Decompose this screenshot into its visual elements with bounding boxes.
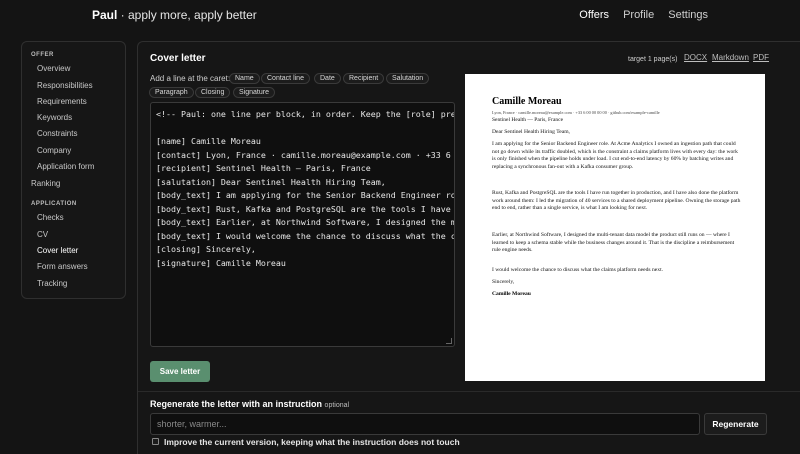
preview-contact-line: Lyon, France · camille.moreau@example.co… xyxy=(492,110,660,115)
nav-settings[interactable]: Settings xyxy=(668,9,708,21)
preview-signature: Camille Moreau xyxy=(492,291,531,297)
preview-name: Camille Moreau xyxy=(492,96,562,107)
insert-name-chip[interactable]: Name xyxy=(229,73,260,84)
sidebar-item-form-answers[interactable]: Form answers xyxy=(37,262,88,271)
top-bar: Paul · apply more, apply better Offers P… xyxy=(0,0,800,32)
sidebar-item-overview[interactable]: Overview xyxy=(37,64,70,73)
nav-profile[interactable]: Profile xyxy=(623,9,654,21)
cover-letter-panel: Cover letter target 1 page(s) DOCX Markd… xyxy=(137,41,800,454)
sidebar-item-requirements[interactable]: Requirements xyxy=(37,97,87,106)
insert-signature-chip[interactable]: Signature xyxy=(233,87,275,98)
nav-offers[interactable]: Offers xyxy=(579,9,609,21)
sidebar-item-ranking[interactable]: Ranking xyxy=(31,179,60,188)
save-letter-button[interactable]: Save letter xyxy=(150,361,210,382)
sidebar-item-checks[interactable]: Checks xyxy=(37,213,64,222)
sidebar-item-cv[interactable]: CV xyxy=(37,230,48,239)
preview-closing: Sincerely, xyxy=(492,279,515,285)
panel-title: Cover letter xyxy=(150,53,206,64)
brand-tagline: · apply more, apply better xyxy=(117,8,257,22)
improve-current-label: Improve the current version, keeping wha… xyxy=(164,437,460,447)
preview-paragraph-2: Rust, Kafka and PostgreSQL are the tools… xyxy=(492,190,741,211)
sidebar-section-offer: OFFER xyxy=(31,52,54,58)
export-docx-link[interactable]: DOCX xyxy=(684,53,707,62)
letter-preview: Camille Moreau Lyon, France · camille.mo… xyxy=(465,74,765,381)
sidebar: OFFER Overview Responsibilities Requirem… xyxy=(21,41,126,299)
sidebar-item-company[interactable]: Company xyxy=(37,146,71,155)
insert-closing-chip[interactable]: Closing xyxy=(195,87,231,98)
sidebar-item-cover-letter[interactable]: Cover letter xyxy=(37,246,78,255)
letter-source-editor[interactable]: <!-- Paul: one line per block, in order.… xyxy=(150,102,455,347)
insert-date-chip[interactable]: Date xyxy=(314,73,341,84)
export-pdf-link[interactable]: PDF xyxy=(753,53,769,62)
caret-insert-label: Add a line at the caret: xyxy=(150,74,231,83)
brand-name: Paul xyxy=(92,8,118,22)
sidebar-item-responsibilities[interactable]: Responsibilities xyxy=(37,81,93,90)
export-markdown-link[interactable]: Markdown xyxy=(712,53,749,62)
regenerate-button[interactable]: Regenerate xyxy=(704,413,767,435)
optional-label: optional xyxy=(324,402,350,409)
page-target: target 1 page(s) xyxy=(628,56,678,63)
insert-salutation-chip[interactable]: Salutation xyxy=(386,73,430,84)
regenerate-title-text: Regenerate the letter with an instructio… xyxy=(150,399,323,409)
letter-source-text[interactable]: <!-- Paul: one line per block, in order.… xyxy=(156,108,454,270)
improve-current-checkbox[interactable] xyxy=(152,438,159,445)
preview-recipient: Sentinel Health — Paris, France xyxy=(492,117,564,123)
preview-paragraph-4: I would welcome the chance to discuss wh… xyxy=(492,267,664,273)
sidebar-item-application-form[interactable]: Application form xyxy=(37,162,94,171)
preview-salutation: Dear Sentinel Health Hiring Team, xyxy=(492,129,570,135)
preview-paragraph-3: Earlier, at Northwind Software, I design… xyxy=(492,232,735,253)
insert-contact-line-chip[interactable]: Contact line xyxy=(261,73,310,84)
sidebar-item-keywords[interactable]: Keywords xyxy=(37,113,72,122)
app-brand[interactable]: Paul · apply more, apply better xyxy=(92,8,257,22)
insert-recipient-chip[interactable]: Recipient xyxy=(343,73,385,84)
sidebar-item-constraints[interactable]: Constraints xyxy=(37,129,77,138)
section-divider xyxy=(138,391,800,392)
resize-handle[interactable] xyxy=(446,338,452,344)
top-nav: Offers Profile Settings xyxy=(579,9,708,21)
sidebar-section-application: APPLICATION xyxy=(31,201,77,207)
regenerate-title: Regenerate the letter with an instructio… xyxy=(150,399,349,409)
instruction-input[interactable] xyxy=(150,413,700,435)
preview-paragraph-1: I am applying for the Senior Backend Eng… xyxy=(492,141,738,170)
sidebar-item-tracking[interactable]: Tracking xyxy=(37,279,67,288)
insert-paragraph-chip[interactable]: Paragraph xyxy=(149,87,194,98)
